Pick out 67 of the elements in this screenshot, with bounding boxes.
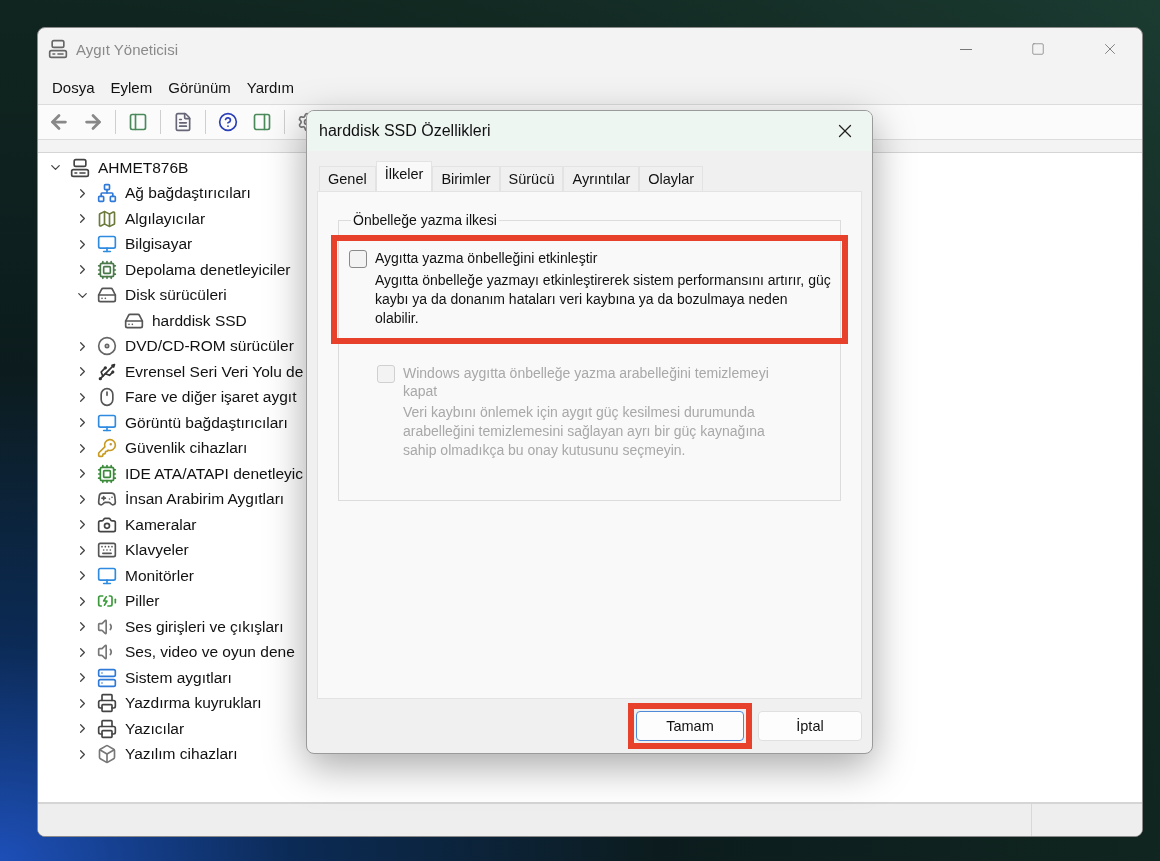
- device-icon: [97, 361, 117, 382]
- tab[interactable]: İlkeler: [375, 161, 433, 191]
- option-description: Veri kaybını önlemek için aygıt güç kesilmesi durumunda arabelleğini temizlemesini sağlayan ayrı bir güç kaynağına sahip olmadıkça bu onay kutusunu seçmeyin.: [403, 403, 766, 460]
- device-icon: [97, 285, 117, 306]
- device-icon: [97, 693, 117, 714]
- computer-icon: [48, 39, 68, 59]
- maximize-icon: [1031, 42, 1045, 56]
- tree-item[interactable]: IDE ATA/ATAPI denetleyic: [125, 464, 304, 483]
- device-icon: [97, 259, 117, 280]
- tree-item[interactable]: DVD/CD-ROM sürücüler: [125, 337, 294, 356]
- menu-item[interactable]: Görünüm: [160, 76, 239, 98]
- group-title: Önbelleğe yazma ilkesi: [351, 212, 499, 228]
- device-icon: [97, 387, 117, 408]
- checkbox-label: Windows aygıtta önbelleğe yazma arabelleğini temizlemeyi kapat: [403, 364, 770, 400]
- device-icon: [97, 208, 117, 229]
- tree-item[interactable]: Yazdırma kuyrukları: [125, 694, 262, 713]
- back-arrow-icon: [48, 111, 70, 133]
- forward-arrow-icon: [82, 111, 104, 133]
- menu-item[interactable]: Yardım: [238, 76, 302, 98]
- dialog-button[interactable]: İptal: [758, 711, 862, 741]
- device-icon: [97, 412, 117, 433]
- tree-item[interactable]: Sistem aygıtları: [125, 668, 232, 687]
- tree-item[interactable]: Ağ bağdaştırıcıları: [125, 184, 251, 203]
- tree-item[interactable]: Algılayıcılar: [125, 209, 206, 228]
- tree-item[interactable]: Piller: [125, 592, 160, 611]
- tree-item[interactable]: Disk sürücüleri: [125, 286, 227, 305]
- tab[interactable]: Olaylar: [639, 166, 704, 191]
- menu-item[interactable]: Dosya: [44, 76, 103, 98]
- tree-item[interactable]: Görüntü bağdaştırıcıları: [125, 413, 288, 432]
- window-title: Aygıt Yöneticisi: [76, 40, 179, 58]
- tree-item[interactable]: Yazılım cihazları: [125, 745, 238, 764]
- tree-item[interactable]: Kameralar: [125, 515, 197, 534]
- menu-item[interactable]: Eylem: [102, 76, 161, 98]
- tree-item[interactable]: Güvenlik cihazları: [125, 439, 248, 458]
- device-icon: [97, 667, 117, 688]
- dialog-button[interactable]: Tamam: [636, 711, 744, 741]
- minimize-icon: [960, 48, 972, 50]
- tab[interactable]: Birimler: [432, 166, 500, 191]
- device-icon: [97, 438, 117, 459]
- tree-item[interactable]: harddisk SSD: [152, 311, 247, 330]
- tree-item[interactable]: AHMET876B: [98, 158, 189, 177]
- tree-item[interactable]: Fare ve diğer işaret aygıt: [125, 388, 297, 407]
- checkbox[interactable]: [349, 250, 367, 268]
- device-icon: [97, 234, 117, 255]
- tree-item[interactable]: Ses, video ve oyun dene: [125, 643, 295, 662]
- device-icon: [97, 565, 117, 586]
- device-icon: [97, 463, 117, 484]
- option-description: Aygıtta önbelleğe yazmayı etkinleştirerek sistem performansını artırır, güç kaybı ya da donanım hataları veri kaybına ya da bozulmaya neden olabilir.: [375, 271, 832, 328]
- device-icon: [97, 336, 117, 357]
- tree-item[interactable]: Evrensel Seri Veri Yolu de: [125, 362, 304, 381]
- tree-item[interactable]: Klavyeler: [125, 541, 189, 560]
- device-icon: [70, 157, 90, 178]
- tree-item[interactable]: Yazıcılar: [125, 719, 185, 738]
- tree-item[interactable]: Ses girişleri ve çıkışları: [125, 617, 284, 636]
- tab[interactable]: Sürücü: [499, 166, 564, 191]
- device-icon: [97, 718, 117, 739]
- device-icon: [97, 744, 117, 765]
- tree-item[interactable]: İnsan Arabirim Aygıtları: [125, 490, 285, 509]
- tree-item[interactable]: Bilgisayar: [125, 235, 193, 254]
- device-icon: [97, 183, 117, 204]
- tab[interactable]: Ayrıntılar: [563, 166, 640, 191]
- tree-item[interactable]: Depolama denetleyiciler: [125, 260, 291, 279]
- tab[interactable]: Genel: [319, 166, 376, 191]
- device-icon: [97, 540, 117, 561]
- tree-item[interactable]: Monitörler: [125, 566, 194, 585]
- dialog-title: harddisk SSD Özellikleri: [319, 122, 492, 140]
- checkbox-label: Aygıtta yazma önbelleğini etkinleştir: [375, 249, 599, 268]
